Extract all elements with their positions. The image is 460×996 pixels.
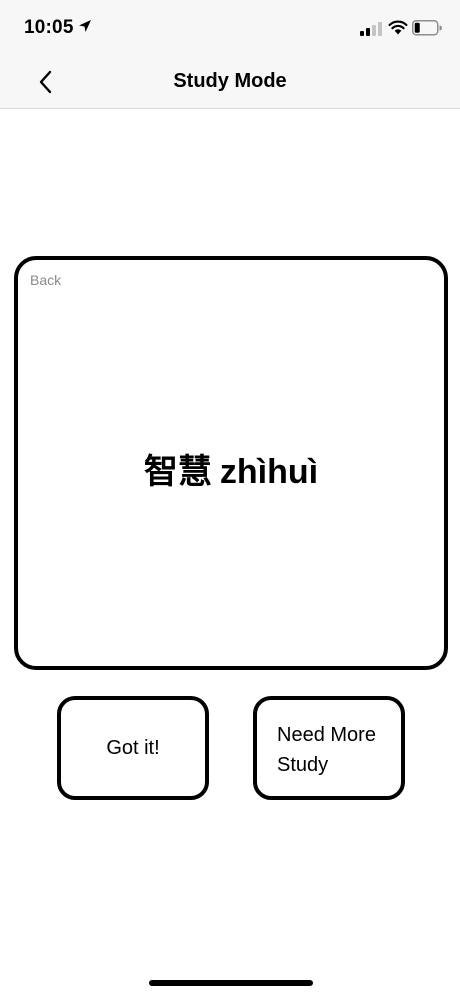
page-title: Study Mode (173, 70, 287, 92)
status-bar: 10:05 (0, 0, 460, 56)
term-pinyin: zhìhuì (219, 453, 319, 491)
flashcard[interactable]: Back 智慧 zhìhuì (14, 256, 448, 670)
status-time: 10:05 (24, 17, 74, 38)
navigation-bar: Study Mode (0, 56, 460, 109)
got-it-label: Got it! (106, 737, 160, 759)
card-side-label: Back (30, 272, 62, 288)
wifi-icon (388, 20, 408, 35)
home-indicator (149, 980, 313, 986)
location-arrow-icon (79, 20, 91, 32)
cellular-signal-icon (360, 22, 382, 36)
term-hanzi: 智慧 (143, 452, 212, 492)
need-more-study-button[interactable]: Need More Study (253, 696, 405, 800)
need-more-study-label: Need More Study (277, 724, 376, 776)
battery-icon (412, 20, 442, 36)
card-term: 智慧 zhìhuì (18, 444, 444, 493)
got-it-button[interactable]: Got it! (57, 696, 209, 800)
